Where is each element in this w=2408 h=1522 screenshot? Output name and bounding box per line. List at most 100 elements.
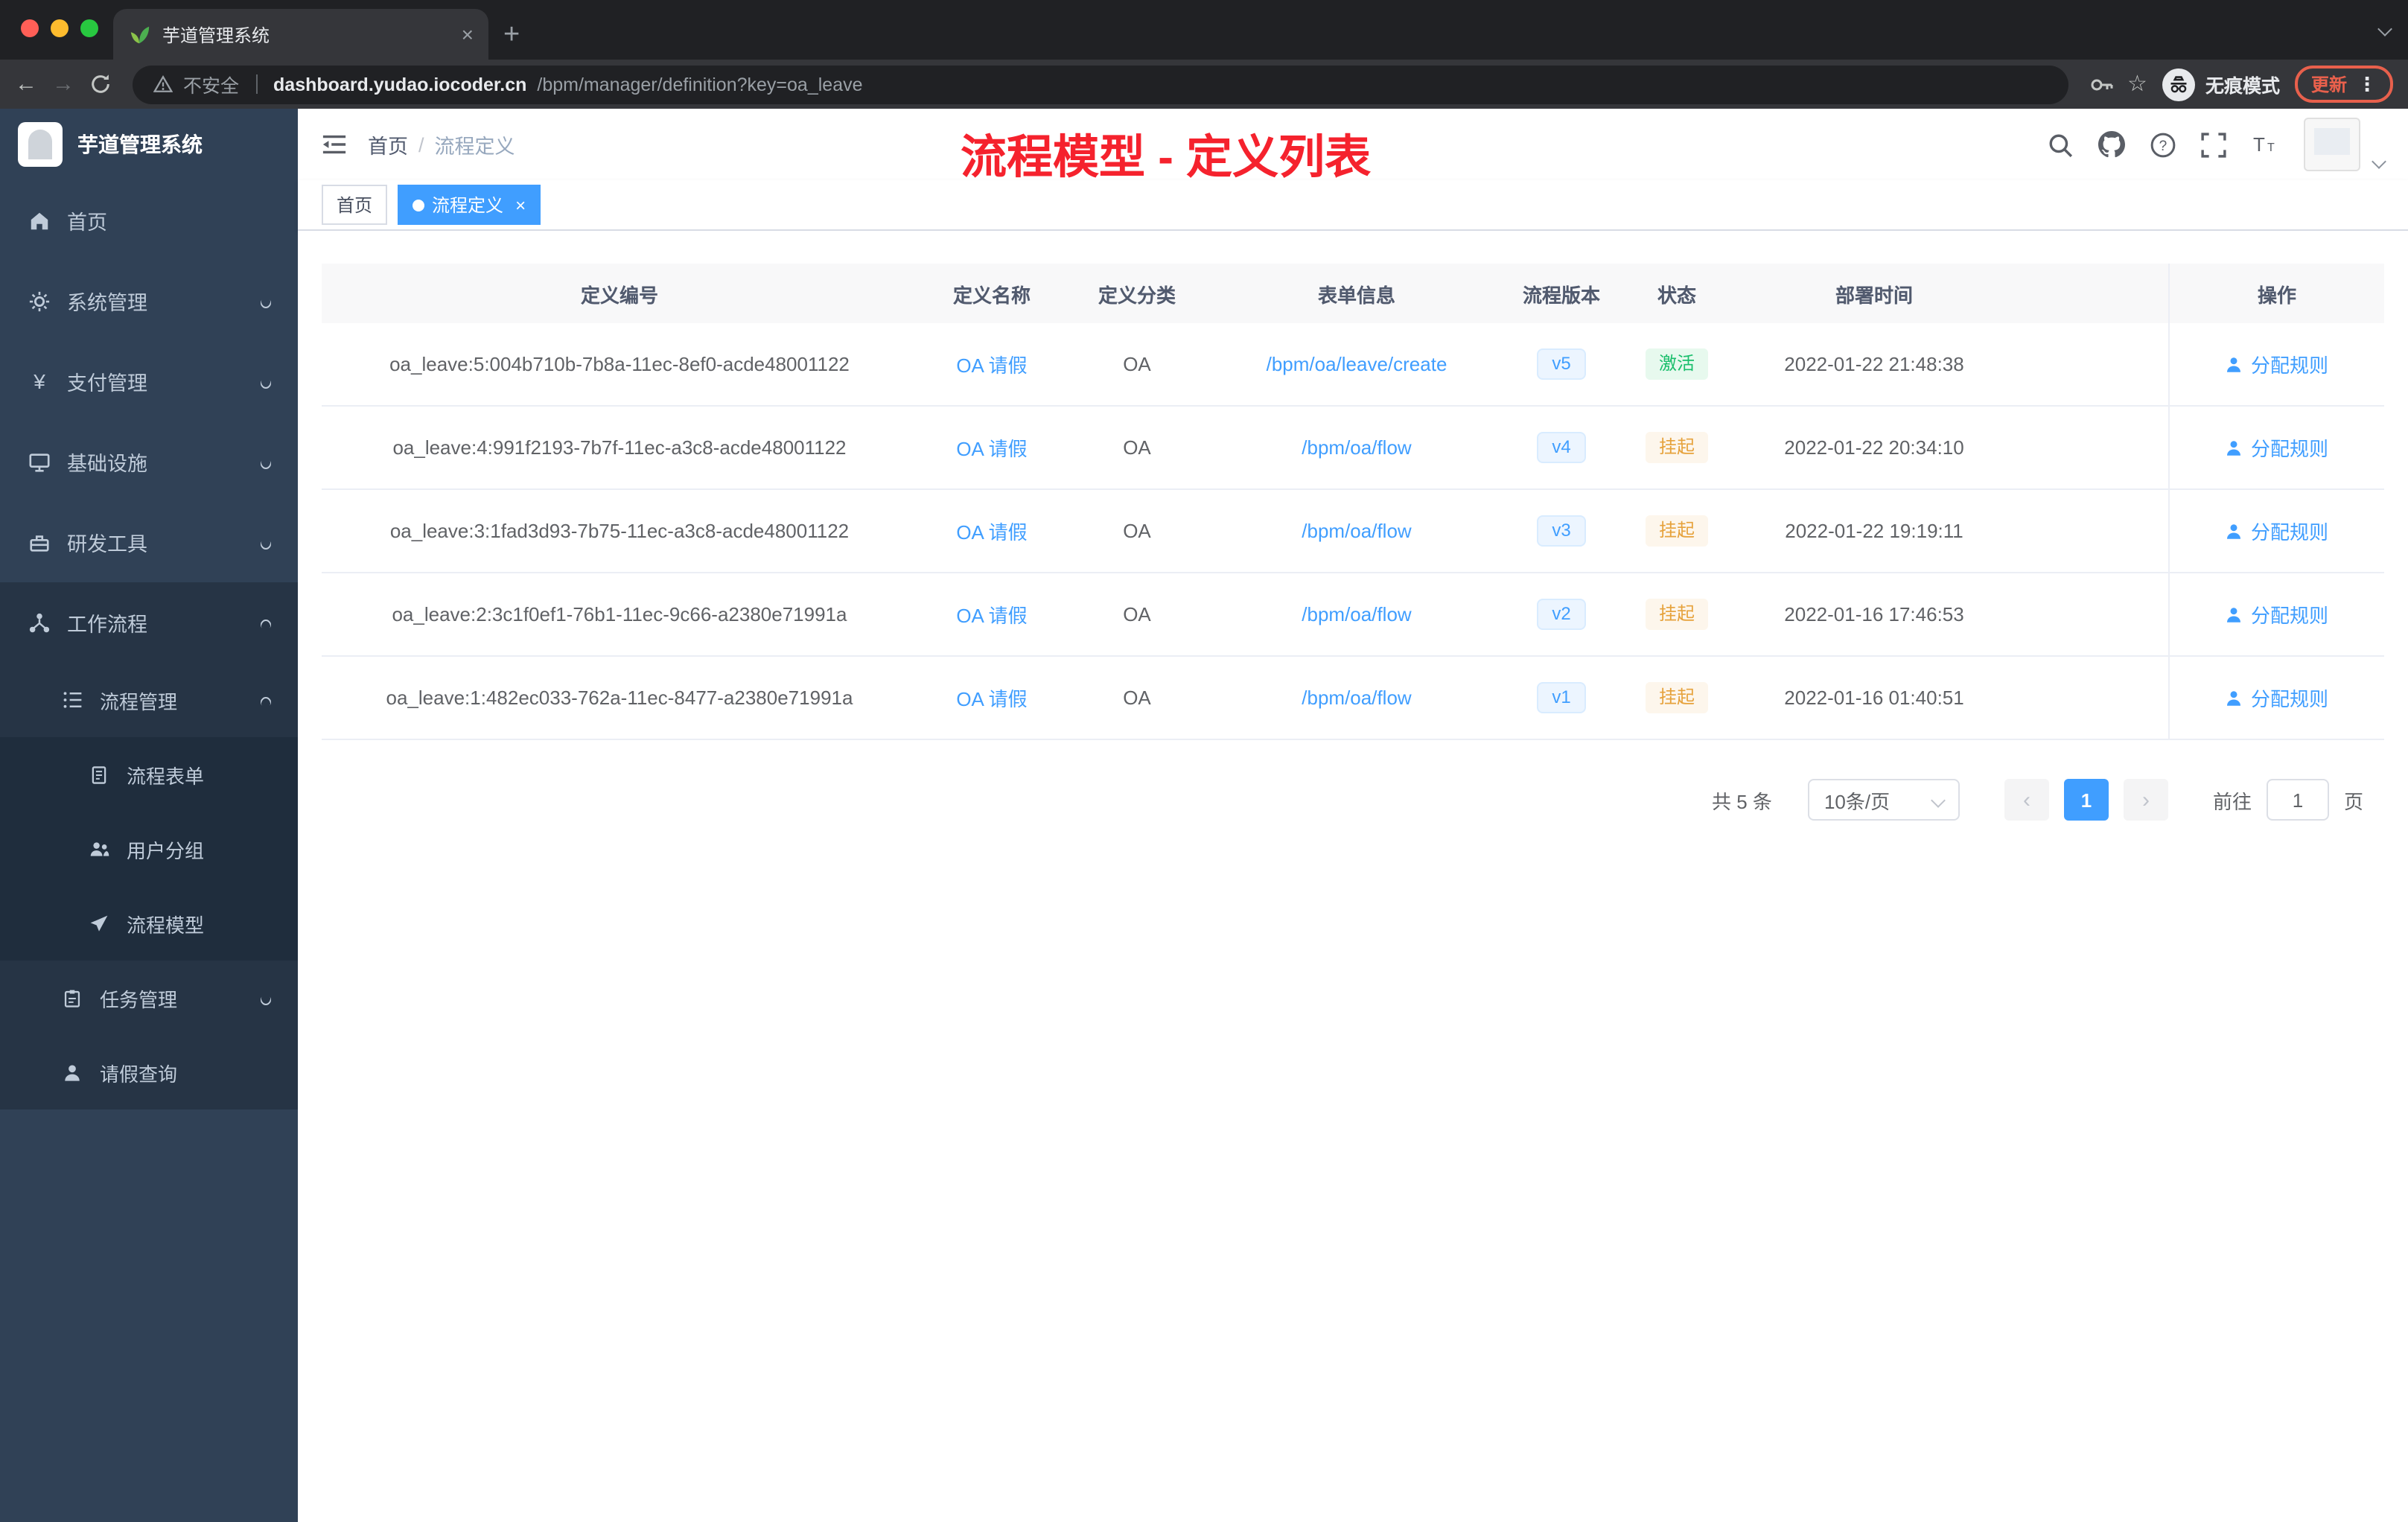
sidebar-item-infrastructure[interactable]: 基础设施 (0, 421, 298, 502)
app-logo: 芋道管理系统 (0, 109, 298, 180)
window-controls[interactable] (21, 19, 98, 37)
sidebar-item-dev-tools[interactable]: 研发工具 (0, 502, 298, 582)
chevron-down-icon (258, 290, 273, 312)
home-icon (27, 209, 52, 232)
page-size-select[interactable]: 10条/页 (1807, 779, 1960, 821)
bookmark-star-icon[interactable]: ☆ (2127, 73, 2147, 95)
assign-rule-link[interactable]: 分配规则 (2226, 350, 2328, 378)
chevron-up-icon (258, 689, 273, 711)
form-link[interactable]: /bpm/oa/flow (1302, 520, 1411, 542)
browser-update-button[interactable]: 更新 ⋮ (2294, 66, 2393, 103)
reload-icon[interactable] (89, 73, 112, 95)
tags-view-bar: 首页 流程定义 × (298, 180, 2408, 231)
cell-category: OA (1123, 603, 1151, 625)
incognito-label: 无痕模式 (2205, 76, 2280, 97)
sidebar-item-process-model[interactable]: 流程模型 (0, 886, 298, 961)
cell-definition-id: oa_leave:5:004b710b-7b8a-11ec-8ef0-acde4… (389, 353, 850, 375)
version-badge: v2 (1537, 599, 1586, 630)
sidebar-item-process-management[interactable]: 流程管理 (0, 663, 298, 737)
new-tab-button[interactable]: + (503, 21, 520, 49)
avatar[interactable] (2304, 118, 2360, 171)
omnibox-divider (255, 74, 258, 94)
sidebar-item-leave-query[interactable]: 请假查询 (0, 1035, 298, 1109)
prev-page-button[interactable]: ‹ (2004, 779, 2049, 821)
cell-definition-id: oa_leave:3:1fad3d93-7b75-11ec-a3c8-acde4… (389, 520, 850, 542)
back-icon[interactable]: ← (15, 73, 37, 95)
maximize-window-button[interactable] (80, 19, 98, 37)
cell-definition-id: oa_leave:2:3c1f0ef1-76b1-11ec-9c66-a2380… (392, 603, 847, 625)
next-page-button[interactable]: › (2123, 779, 2168, 821)
form-link[interactable]: /bpm/oa/flow (1302, 603, 1411, 625)
tag-home[interactable]: 首页 (322, 185, 388, 225)
sidebar-item-home[interactable]: 首页 (0, 180, 298, 261)
browser-menu-icon[interactable]: ⋮ (2357, 72, 2377, 96)
user-group-icon (86, 838, 112, 859)
search-icon[interactable] (2048, 132, 2073, 157)
active-dot (413, 199, 425, 211)
goto-page-input[interactable] (2266, 779, 2329, 821)
table-row: oa_leave:3:1fad3d93-7b75-11ec-a3c8-acde4… (322, 490, 2384, 573)
tab-close-icon[interactable]: × (462, 22, 474, 46)
fullscreen-icon[interactable] (2201, 132, 2226, 157)
help-icon[interactable]: ? (2150, 132, 2176, 157)
status-badge: 挂起 (1645, 515, 1708, 547)
font-size-icon[interactable]: TT (2252, 133, 2278, 156)
assign-rule-link[interactable]: 分配规则 (2226, 600, 2328, 628)
forward-icon[interactable]: → (52, 73, 74, 95)
assign-rule-link[interactable]: 分配规则 (2226, 517, 2328, 545)
definition-name-link[interactable]: OA 请假 (956, 433, 1027, 462)
definition-name-link[interactable]: OA 请假 (956, 517, 1027, 545)
form-link[interactable]: /bpm/oa/flow (1302, 436, 1411, 459)
cell-category: OA (1123, 353, 1151, 375)
sidebar-item-system-management[interactable]: 系统管理 (0, 261, 298, 341)
definition-name-link[interactable]: OA 请假 (956, 600, 1027, 628)
tag-process-definition[interactable]: 流程定义 × (398, 185, 541, 225)
github-icon[interactable] (2098, 131, 2125, 158)
screen: 芋道管理系统 × + ← → 不安全 dashboard.yudao.iocod… (0, 0, 2408, 1522)
page-1-button[interactable]: 1 (2063, 779, 2109, 821)
version-badge: v1 (1537, 682, 1586, 713)
browser-tab[interactable]: 芋道管理系统 × (113, 9, 488, 60)
table-row: oa_leave:2:3c1f0ef1-76b1-11ec-9c66-a2380… (322, 573, 2384, 657)
table-row: oa_leave:4:991f2193-7b7f-11ec-a3c8-acde4… (322, 407, 2384, 490)
assign-rule-label: 分配规则 (2250, 521, 2328, 544)
tag-close-icon[interactable]: × (515, 194, 526, 215)
svg-text:T: T (2253, 133, 2265, 156)
sidebar-item-payment-management[interactable]: ¥ 支付管理 (0, 341, 298, 421)
key-icon[interactable] (2089, 72, 2112, 96)
tab-search-icon[interactable] (2377, 15, 2392, 42)
definition-name-link[interactable]: OA 请假 (956, 684, 1027, 712)
cell-deploy-time: 2022-01-22 21:48:38 (1784, 353, 1964, 375)
avatar-caret-icon[interactable] (2372, 147, 2386, 174)
collapse-sidebar-icon[interactable] (322, 134, 347, 155)
chevron-down-icon (258, 450, 273, 473)
close-window-button[interactable] (21, 19, 39, 37)
assign-rule-link[interactable]: 分配规则 (2226, 684, 2328, 712)
assign-rule-link[interactable]: 分配规则 (2226, 433, 2328, 462)
col-actions: 操作 (2168, 264, 2384, 323)
form-icon (86, 765, 112, 784)
definition-name-link[interactable]: OA 请假 (956, 350, 1027, 378)
sidebar-item-task-management[interactable]: 任务管理 (0, 961, 298, 1035)
cell-category: OA (1123, 436, 1151, 459)
address-bar[interactable]: 不安全 dashboard.yudao.iocoder.cn/bpm/manag… (133, 65, 2068, 104)
form-link[interactable]: /bpm/oa/flow (1302, 687, 1411, 709)
breadcrumb-home[interactable]: 首页 (368, 130, 408, 159)
status-badge: 挂起 (1645, 432, 1708, 463)
sidebar-item-workflow[interactable]: 工作流程 (0, 582, 298, 663)
browser-toolbar: ← → 不安全 dashboard.yudao.iocoder.cn/bpm/m… (0, 60, 2408, 109)
form-link[interactable]: /bpm/oa/leave/create (1267, 353, 1447, 375)
assign-rule-label: 分配规则 (2250, 438, 2328, 460)
cell-definition-id: oa_leave:1:482ec033-762a-11ec-8477-a2380… (386, 687, 853, 709)
minimize-window-button[interactable] (51, 19, 69, 37)
sidebar-item-process-form[interactable]: 流程表单 (0, 737, 298, 812)
paper-plane-icon (86, 914, 112, 933)
assign-rule-label: 分配规则 (2250, 688, 2328, 710)
url-host: dashboard.yudao.iocoder.cn (273, 74, 527, 95)
sidebar-item-user-group[interactable]: 用户分组 (0, 812, 298, 886)
assign-rule-label: 分配规则 (2250, 605, 2328, 627)
cell-deploy-time: 2022-01-22 19:19:11 (1785, 520, 1963, 542)
col-definition-id: 定义编号 (580, 284, 658, 306)
security-label[interactable]: 不安全 (183, 70, 239, 98)
status-badge: 挂起 (1645, 682, 1708, 713)
